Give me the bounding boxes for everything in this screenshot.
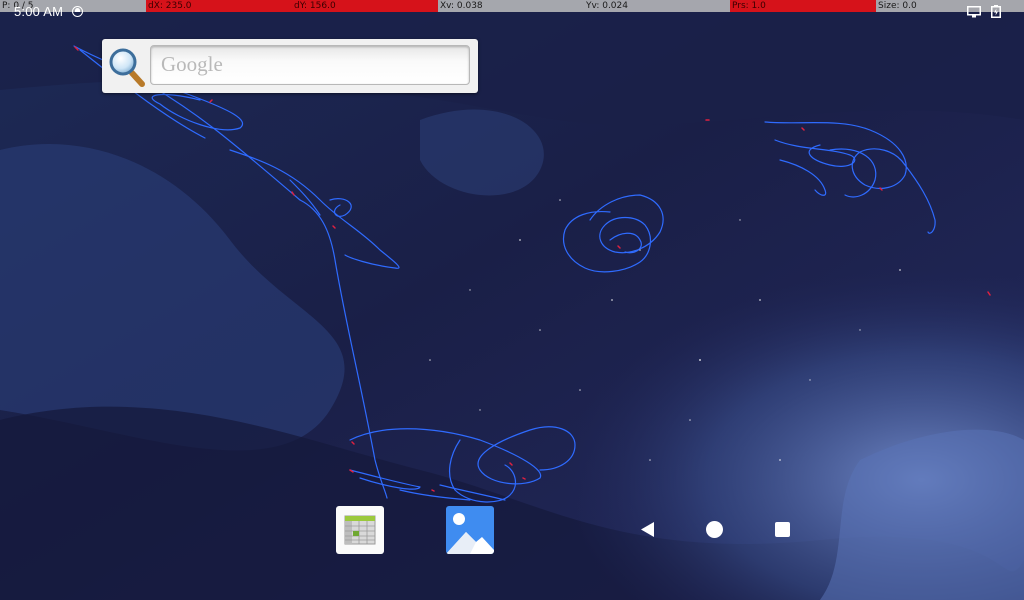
gallery-app-icon[interactable] — [446, 506, 494, 554]
touch-size: Size: 0.0 — [876, 0, 1024, 12]
sync-icon — [72, 6, 83, 17]
search-input[interactable]: Google — [150, 45, 470, 85]
spreadsheet-glyph-icon — [344, 515, 376, 545]
delta-y: dY: 156.0 — [292, 0, 438, 12]
pointer-location-bar: P: 0 / 5 dX: 235.0 dY: 156.0 Xv: 0.038 Y… — [0, 0, 1024, 12]
magnifier-icon[interactable] — [108, 47, 146, 87]
google-search-widget[interactable]: Google — [102, 39, 478, 93]
battery-icon — [991, 5, 1001, 18]
cast-icon — [967, 6, 981, 18]
spreadsheet-app-icon[interactable] — [336, 506, 384, 554]
pressure: Prs: 1.0 — [730, 0, 876, 12]
recents-button[interactable] — [775, 522, 790, 537]
back-button[interactable] — [640, 521, 655, 538]
search-placeholder: Google — [161, 52, 223, 76]
velocity-x: Xv: 0.038 — [438, 0, 584, 12]
status-clock: 5:00 AM — [14, 4, 64, 19]
velocity-y: Yv: 0.024 — [584, 0, 730, 12]
delta-x: dX: 235.0 — [146, 0, 292, 12]
home-button[interactable] — [706, 521, 723, 538]
gallery-glyph-icon — [446, 513, 494, 554]
